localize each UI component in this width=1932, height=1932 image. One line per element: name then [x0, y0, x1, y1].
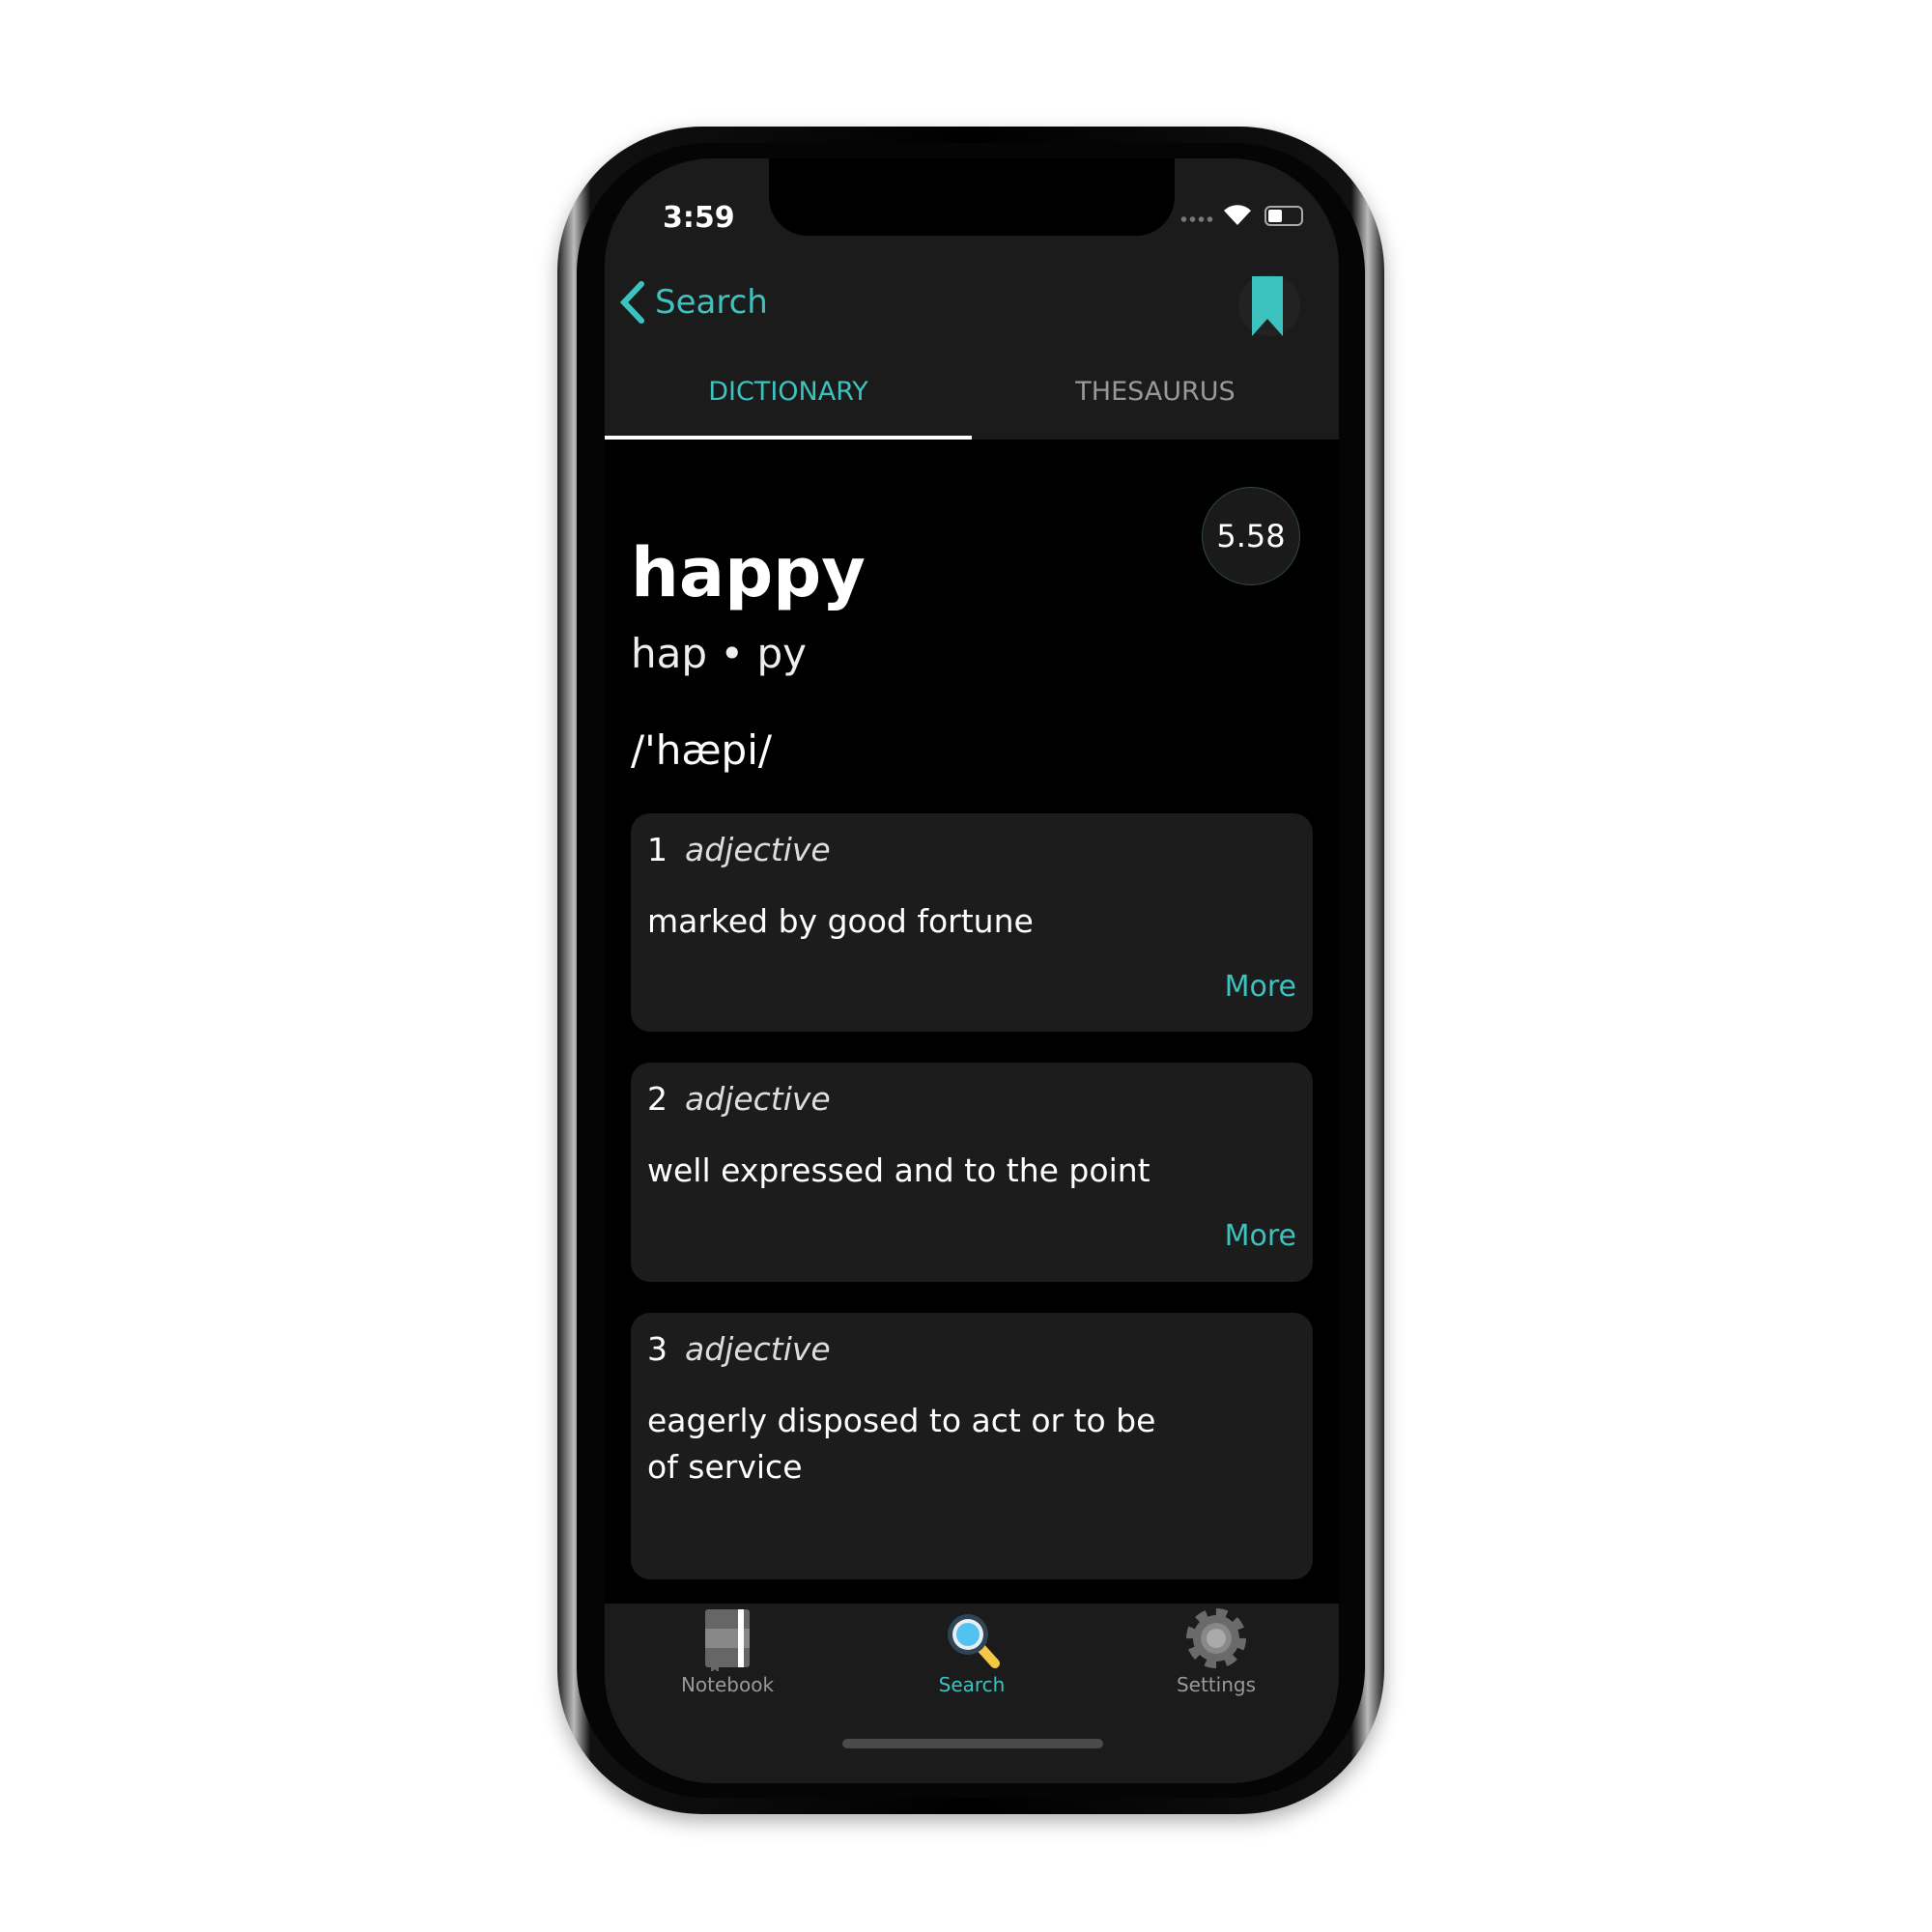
definition-card: 2 adjective well expressed and to the po…	[631, 1063, 1313, 1282]
battery-icon	[1264, 206, 1303, 226]
search-icon	[948, 1614, 1000, 1668]
tab-bar: Notebook Search Settings	[605, 1604, 1339, 1783]
bookmark-button[interactable]	[1238, 274, 1300, 336]
status-time: 3:59	[663, 201, 735, 235]
definition-card: 3 adjective eagerly disposed to act or t…	[631, 1313, 1313, 1579]
tabbar-search[interactable]: Search	[875, 1604, 1068, 1710]
home-indicator	[842, 1739, 1103, 1748]
wifi-icon	[1224, 205, 1251, 225]
definition-text: marked by good fortune	[647, 902, 1034, 940]
tab-indicator	[605, 436, 972, 440]
tab-dictionary[interactable]: DICTIONARY	[605, 377, 972, 407]
notch	[769, 158, 1175, 236]
definition-number: 1	[647, 831, 668, 868]
tabbar-label: Notebook	[680, 1673, 775, 1696]
tabbar-label: Search	[938, 1673, 1006, 1696]
tabbar-settings[interactable]: Settings	[1120, 1604, 1313, 1710]
part-of-speech: adjective	[685, 831, 831, 868]
definition-number: 3	[647, 1330, 668, 1368]
tab-thesaurus[interactable]: THESAURUS	[972, 377, 1339, 407]
definition-text: well expressed and to the point	[647, 1151, 1151, 1189]
tabbar-label: Settings	[1176, 1673, 1257, 1696]
syllables: hap • py	[631, 630, 808, 677]
word-title: happy	[631, 533, 866, 612]
part-of-speech: adjective	[685, 1080, 831, 1118]
part-of-speech: adjective	[685, 1330, 831, 1368]
notebook-icon	[705, 1609, 750, 1671]
chevron-left-icon	[619, 281, 644, 324]
back-button[interactable]: Search	[618, 280, 768, 325]
definition-card: 1 adjective marked by good fortune More	[631, 813, 1313, 1032]
score-badge: 5.58	[1202, 487, 1300, 585]
signal-icon	[1179, 216, 1214, 222]
back-label: Search	[655, 283, 768, 322]
bookmark-icon	[1252, 276, 1283, 336]
more-link[interactable]: More	[1225, 1219, 1296, 1253]
definition-number: 2	[647, 1080, 668, 1118]
pronunciation: /'hæpi/	[631, 726, 773, 774]
gear-icon	[1186, 1608, 1246, 1668]
more-link[interactable]: More	[1225, 970, 1296, 1004]
screen: 3:59 Search DICTIONARY THESAURUS 5.58 ha…	[605, 158, 1339, 1783]
tabbar-notebook[interactable]: Notebook	[631, 1604, 824, 1710]
definition-text: eagerly disposed to act or to be of serv…	[647, 1402, 1156, 1486]
